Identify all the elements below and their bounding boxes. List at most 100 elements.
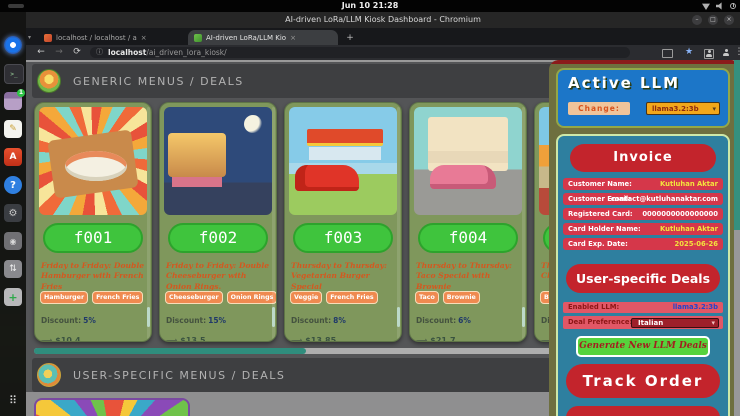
card-id-pill[interactable]: f002	[168, 223, 268, 253]
browser-toolbar: ← → ⟳ ⓘ localhost/ai_driven_lora_kiosk/ …	[26, 45, 740, 60]
card-scrollbar[interactable]	[397, 107, 400, 339]
dock-item[interactable]: >_	[4, 64, 24, 84]
volume-icon[interactable]	[716, 2, 724, 10]
menu-card[interactable]: f002 Friday to Friday: Double Cheeseburg…	[159, 102, 277, 342]
horizontal-scrollbar-thumb[interactable]	[34, 348, 306, 354]
item-name: French Fries	[330, 294, 373, 301]
tab-localhost[interactable]: localhost / localhost / a ×	[38, 30, 186, 45]
vertical-scrollbar[interactable]	[734, 60, 740, 416]
show-apps-icon[interactable]: ⠿	[4, 392, 22, 410]
card-image	[39, 107, 147, 215]
tab-close-icon[interactable]: ×	[290, 34, 296, 42]
llm-select[interactable]: llama3.2:3b▾	[646, 102, 720, 115]
url-host: localhost	[108, 48, 146, 57]
card-id-pill[interactable]: f003	[293, 223, 393, 253]
deal-item-chip: Browniex 2	[443, 291, 480, 304]
customer-field-row: Registered Card: 0000000000000000	[563, 208, 723, 220]
profile-avatar-icon[interactable]	[722, 49, 730, 57]
customer-field-row: Card Exp. Date: 2025-06-26	[563, 238, 723, 250]
tab-favicon	[44, 34, 52, 42]
dock-item[interactable]: ?	[4, 176, 22, 194]
toolbar-extension-icon[interactable]	[662, 49, 673, 58]
dock-item[interactable]: 1	[4, 92, 22, 110]
deal-items: Cheeseburgerx 2Onion Ringsx 6	[165, 291, 275, 304]
active-llm-box: Active LLM Change: llama3.2:3b▾	[556, 68, 730, 128]
discount-value: 5%	[83, 316, 96, 325]
minimize-button[interactable]: –	[692, 15, 702, 25]
track-order-button[interactable]: Track Order	[566, 364, 720, 398]
dock-item[interactable]: ⚙	[4, 204, 22, 222]
card-image	[289, 107, 397, 215]
bookmark-star-icon[interactable]: ★	[682, 45, 696, 60]
tab-favicon	[194, 34, 202, 42]
dock-item-glyph: A	[10, 152, 17, 162]
deal-items: Tacox 2 Browniex 2	[415, 291, 525, 304]
dock-item[interactable]: ⇅	[4, 260, 22, 278]
price-line: $13.85	[291, 336, 336, 342]
card-scrollbar[interactable]	[522, 107, 525, 339]
deal-items: Veggiex 2 French Friesx 4	[290, 291, 400, 304]
chevron-down-icon: ▾	[711, 319, 715, 328]
menu-card[interactable]: f003 Thursday to Thursday: Vegetarian Bu…	[284, 102, 402, 342]
close-button[interactable]: ×	[724, 15, 734, 25]
deal-description: Friday to Friday: Double Hamburger with …	[41, 261, 147, 292]
discount-line: Discount:5%	[41, 316, 96, 325]
dock: >_ 1 ✎ A ? ⚙ ◉ ⇅	[0, 12, 26, 416]
card-scrollbar[interactable]	[272, 107, 275, 339]
new-tab-button[interactable]: +	[344, 32, 356, 44]
extension-person-icon[interactable]	[704, 49, 714, 59]
system-clock[interactable]: Jun 10 21:28	[0, 0, 740, 12]
dock-item[interactable]	[4, 36, 22, 54]
card-scrollbar[interactable]	[147, 107, 150, 339]
deal-item-chip: Hamburgerx 2	[40, 291, 88, 304]
control-panel: Active LLM Change: llama3.2:3b▾ Invoice …	[549, 60, 737, 416]
vertical-scrollbar-thumb[interactable]	[734, 60, 740, 230]
browser-window: AI-driven LoRa/LLM Kiosk Dashboard - Chr…	[26, 12, 740, 416]
price-line: $10.4	[41, 336, 81, 342]
menu-kebab-icon[interactable]: ⋮	[732, 45, 740, 60]
deal-item-chip: French Friesx 4	[326, 291, 377, 304]
generate-deals-button[interactable]: Generate New LLM Deals	[576, 336, 710, 357]
tab-close-icon[interactable]: ×	[141, 34, 147, 42]
discount-line: Discount:8%	[291, 316, 346, 325]
power-icon[interactable]	[730, 3, 736, 9]
card-image	[414, 107, 522, 215]
dock-item[interactable]: ◉	[4, 232, 22, 250]
card-id-pill[interactable]: f004	[418, 223, 518, 253]
deal-preference-select[interactable]: Italian▾	[631, 318, 719, 328]
forward-icon[interactable]: →	[52, 45, 66, 60]
dock-item[interactable]: +	[4, 288, 22, 306]
field-value: 0000000000000000	[642, 208, 718, 220]
system-tray[interactable]	[702, 2, 736, 10]
item-name: Brownie	[447, 294, 476, 301]
item-name: Onion Rings	[231, 294, 274, 301]
maximize-button[interactable]: □	[708, 15, 718, 25]
field-label: Card Holder Name:	[568, 223, 641, 235]
invoice-button[interactable]: Invoice	[570, 144, 716, 172]
tab-kiosk-dashboard[interactable]: AI-driven LoRa/LLM Kio ×	[188, 30, 338, 45]
tab-search-chevron-icon[interactable]: ▾	[28, 34, 31, 41]
enabled-llm-label: Enabled LLM:	[568, 302, 619, 313]
reload-icon[interactable]: ⟳	[70, 45, 84, 60]
card-id-pill[interactable]: f001	[43, 223, 143, 253]
network-icon[interactable]	[702, 2, 710, 10]
llm-selected-value: llama3.2:3b	[652, 105, 699, 113]
change-label: Change:	[568, 102, 630, 115]
deal-item-chip: Tacox 2	[415, 291, 439, 304]
window-titlebar[interactable]: AI-driven LoRa/LLM Kiosk Dashboard - Chr…	[26, 12, 740, 28]
user-specific-card-partial[interactable]	[34, 398, 190, 416]
system-top-bar: Jun 10 21:28	[0, 0, 740, 12]
discount-value: 15%	[208, 316, 226, 325]
dock-item[interactable]: A	[4, 148, 22, 166]
site-info-icon[interactable]: ⓘ	[96, 47, 103, 58]
deal-item-chip: Veggiex 2	[290, 291, 322, 304]
back-icon[interactable]: ←	[34, 45, 48, 60]
item-name: Hamburger	[44, 294, 84, 301]
url-text[interactable]: localhost/ai_driven_lora_kiosk/	[108, 47, 227, 58]
dock-badge: 1	[17, 89, 25, 97]
menu-card[interactable]: f001 Friday to Friday: Double Hamburger …	[34, 102, 152, 342]
menu-card[interactable]: f004 Thursday to Thursday: Taco Special …	[409, 102, 527, 342]
dock-item[interactable]: ✎	[4, 120, 22, 138]
user-specific-deals-button[interactable]: User-specific Deals	[566, 264, 720, 293]
clipped-bottom-button[interactable]	[566, 406, 720, 416]
